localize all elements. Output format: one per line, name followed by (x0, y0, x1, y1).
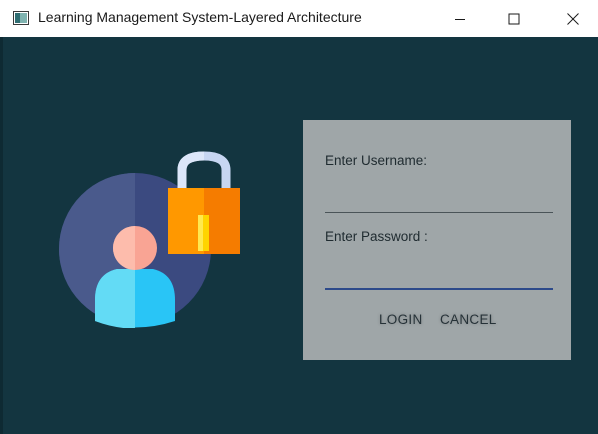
close-icon (567, 12, 579, 25)
window-title: Learning Management System-Layered Archi… (38, 9, 362, 25)
login-panel: Enter Username: Enter Password : LOGIN C… (303, 120, 571, 360)
app-window: Learning Management System-Layered Archi… (0, 0, 598, 434)
minimize-button[interactable] (437, 0, 483, 37)
user-lock-icon (59, 151, 240, 328)
password-label: Enter Password : (325, 229, 428, 244)
title-bar[interactable]: Learning Management System-Layered Archi… (0, 0, 598, 37)
cancel-button[interactable]: CANCEL (436, 310, 501, 329)
maximize-button[interactable] (491, 0, 537, 37)
username-label: Enter Username: (325, 153, 428, 168)
minimize-icon (455, 18, 465, 20)
username-input[interactable] (325, 190, 553, 213)
password-input[interactable] (325, 266, 553, 290)
window-edge (0, 37, 3, 434)
client-area: Enter Username: Enter Password : LOGIN C… (0, 37, 598, 434)
app-icon (13, 11, 29, 25)
maximize-icon (508, 13, 520, 24)
login-button[interactable]: LOGIN (375, 310, 427, 329)
close-button[interactable] (550, 0, 596, 37)
